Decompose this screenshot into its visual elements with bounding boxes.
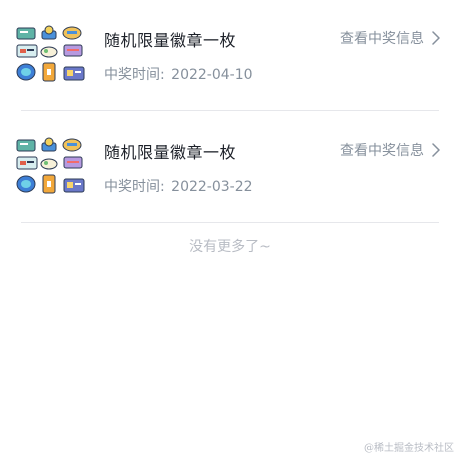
view-prize-info-label: 查看中奖信息 <box>340 143 424 159</box>
prize-records-page: 随机限量徽章一枚 中奖时间: 2022-04-10 查看中奖信息 随机限量徽章一… <box>0 0 460 460</box>
badge-collage-icon <box>16 137 88 197</box>
prize-date: 中奖时间: 2022-04-10 <box>104 64 253 84</box>
prize-record-item: 随机限量徽章一枚 中奖时间: 2022-03-22 查看中奖信息 <box>0 112 460 224</box>
prize-date-label: 中奖时间: <box>104 179 165 195</box>
prize-title: 随机限量徽章一枚 <box>104 31 237 50</box>
chevron-right-icon <box>432 31 440 45</box>
view-prize-info-label: 查看中奖信息 <box>340 31 424 47</box>
badge-collage-icon <box>16 25 88 85</box>
divider <box>21 110 439 111</box>
view-prize-info-button[interactable]: 查看中奖信息 <box>340 28 440 48</box>
prize-date-value: 2022-04-10 <box>171 67 253 83</box>
prize-date-label: 中奖时间: <box>104 67 165 83</box>
prize-title: 随机限量徽章一枚 <box>104 143 237 162</box>
prize-date: 中奖时间: 2022-03-22 <box>104 176 253 196</box>
prize-record-item: 随机限量徽章一枚 中奖时间: 2022-04-10 查看中奖信息 <box>0 0 460 112</box>
watermark: @稀土掘金技术社区 <box>364 443 454 454</box>
view-prize-info-button[interactable]: 查看中奖信息 <box>340 140 440 160</box>
divider <box>21 222 439 223</box>
chevron-right-icon <box>432 143 440 157</box>
prize-date-value: 2022-03-22 <box>171 179 253 195</box>
no-more-text: 没有更多了~ <box>189 239 271 255</box>
